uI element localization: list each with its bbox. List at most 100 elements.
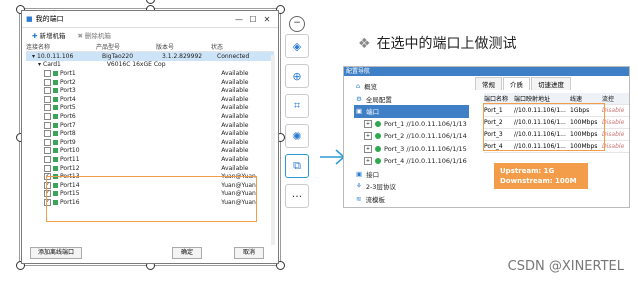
tree-node[interactable]: ⚘ 2-3层协议 bbox=[354, 180, 469, 193]
row-name-cell: Port12 bbox=[26, 164, 111, 172]
table-row[interactable]: Port3 Available bbox=[26, 86, 274, 95]
tree-node[interactable]: + Port_2 //10.0.11.106/1/14 bbox=[354, 130, 469, 143]
tree-node[interactable]: + Port_1 //10.0.11.106/1/13 bbox=[354, 118, 469, 131]
scrollbar[interactable] bbox=[271, 55, 275, 245]
row-name-cell: Port10 bbox=[26, 147, 111, 155]
table-row[interactable]: Port7 Available bbox=[26, 121, 274, 130]
tree-node[interactable]: ▣ 接口 bbox=[354, 168, 469, 181]
dialog-titlebar: ■ 我的端口 — ☐ ✕ bbox=[22, 11, 278, 28]
cancel-button[interactable]: 取消 bbox=[234, 247, 264, 259]
expand-icon[interactable]: + bbox=[364, 132, 372, 141]
expand-icon[interactable]: + bbox=[364, 157, 372, 166]
row-model: BigTao220 bbox=[102, 52, 134, 60]
row-name-cell: Port2 bbox=[26, 78, 111, 86]
row-name-cell: Port3 bbox=[26, 87, 111, 95]
close-icon[interactable]: ✕ bbox=[260, 15, 274, 24]
port-checkbox[interactable] bbox=[44, 121, 51, 129]
ok-button[interactable]: 确定 bbox=[172, 247, 202, 259]
box-icon: ▣ bbox=[356, 107, 363, 116]
port-checkbox[interactable] bbox=[44, 69, 51, 77]
port-checkbox[interactable] bbox=[44, 104, 51, 112]
col-header[interactable]: 连接名称 bbox=[26, 42, 96, 51]
port-checkbox[interactable] bbox=[44, 155, 51, 163]
note-downstream: Downstream: 100M bbox=[500, 177, 577, 185]
port-icon bbox=[53, 113, 58, 119]
table-row[interactable]: Port2 Available bbox=[26, 78, 274, 87]
port-checkbox[interactable] bbox=[44, 147, 51, 155]
layers-icon[interactable]: ◈ bbox=[285, 34, 309, 58]
port-checkbox[interactable] bbox=[44, 138, 51, 146]
tree-node[interactable]: ⚙ 全局配置 bbox=[354, 93, 469, 106]
crop-icon[interactable]: ⌗ bbox=[285, 94, 309, 118]
table-row[interactable]: Port9 Available bbox=[26, 138, 274, 147]
delete-chassis-button[interactable]: ✖ 删除机箱 bbox=[77, 30, 110, 40]
table-row[interactable]: Port6 Available bbox=[26, 112, 274, 121]
row-name: Port2 bbox=[60, 78, 76, 86]
col-header[interactable]: 线速 bbox=[570, 94, 602, 103]
copy-icon[interactable]: ⧉ bbox=[285, 154, 309, 178]
col-header[interactable]: 端口名称 bbox=[484, 94, 514, 103]
port-checkbox[interactable] bbox=[44, 87, 51, 95]
row-status: Available bbox=[221, 95, 249, 103]
table-row[interactable]: Port11 Available bbox=[26, 155, 274, 164]
expand-icon[interactable]: + bbox=[364, 144, 372, 153]
col-header[interactable]: 产品型号 bbox=[96, 42, 156, 51]
port-checkbox[interactable] bbox=[44, 78, 51, 86]
zoom-in-icon[interactable]: ⊕ bbox=[285, 64, 309, 88]
row-name-cell: Port1 bbox=[26, 69, 111, 77]
port-icon bbox=[53, 139, 58, 145]
tab-bar: 常规 介质 切速进度 bbox=[475, 77, 572, 90]
col-header[interactable]: 端口映射地址 bbox=[514, 94, 570, 103]
port-checkbox[interactable] bbox=[44, 112, 51, 120]
port-checkbox[interactable] bbox=[44, 95, 51, 103]
tree-node[interactable]: ▣ 端口 bbox=[354, 105, 469, 118]
tab-media[interactable]: 介质 bbox=[503, 77, 530, 90]
row-name: 10.0.11.106 bbox=[37, 52, 74, 60]
tree-node[interactable]: ≋ 流模板 bbox=[354, 193, 469, 206]
port-checkbox[interactable] bbox=[44, 130, 51, 138]
expand-icon[interactable]: + bbox=[364, 119, 372, 128]
table-row[interactable]: Port5 Available bbox=[26, 104, 274, 113]
port-icon bbox=[53, 105, 58, 111]
more-button[interactable]: ··· bbox=[285, 184, 309, 208]
tree-node[interactable]: + Port_3 //10.0.11.106/1/15 bbox=[354, 143, 469, 156]
col-header[interactable]: 状态 bbox=[211, 42, 266, 51]
tab-general[interactable]: 常规 bbox=[475, 77, 502, 90]
minus-button[interactable]: − bbox=[289, 16, 305, 32]
row-name: Port10 bbox=[60, 147, 80, 155]
table-row[interactable]: Port10 Available bbox=[26, 147, 274, 156]
minimize-icon[interactable]: — bbox=[232, 15, 246, 24]
table-row[interactable]: Port8 Available bbox=[26, 129, 274, 138]
tree-node[interactable]: ⌂ 概览 bbox=[354, 80, 469, 93]
row-status: Available bbox=[221, 155, 249, 163]
note-upstream: Upstream: 1G bbox=[500, 167, 555, 175]
table-row[interactable]: Port1 Available bbox=[26, 69, 274, 78]
col-header[interactable]: 流控 bbox=[602, 94, 629, 103]
tree-node[interactable]: + Port_4 //10.0.11.106/1/16 bbox=[354, 155, 469, 168]
tab-speed[interactable]: 切速进度 bbox=[531, 77, 571, 90]
row-model: V6016C 16xGE Cop... bbox=[106, 61, 166, 69]
table-row[interactable]: Port12 Available bbox=[26, 164, 274, 173]
table-row[interactable]: ▾ 10.0.11.106 BigTao220 3.1.2.829992 Connect… bbox=[26, 52, 274, 61]
expand-icon[interactable]: ▾ bbox=[38, 61, 41, 68]
table-row[interactable]: ▾ Card1 V6016C 16xGE Cop... bbox=[26, 61, 274, 70]
dialog-toolbar: ✚ 新增机箱 ✖ 删除机箱 bbox=[22, 28, 278, 41]
idea-bulb-icon[interactable]: ✺ bbox=[285, 124, 309, 148]
expand-icon[interactable]: ▾ bbox=[32, 53, 35, 60]
row-name: Port7 bbox=[60, 121, 76, 129]
bullet-text: 在选中的端口上做测试 bbox=[376, 36, 517, 52]
maximize-icon[interactable]: ☐ bbox=[246, 15, 260, 24]
row-name: Port11 bbox=[60, 155, 80, 163]
row-status: Available bbox=[221, 104, 249, 112]
row-name-cell: Port6 bbox=[26, 112, 111, 120]
row-name-cell: Port7 bbox=[26, 121, 111, 129]
port-checkbox[interactable] bbox=[44, 164, 51, 172]
add-offline-port-button[interactable]: 添加离线端口 bbox=[30, 247, 82, 259]
new-chassis-button[interactable]: ✚ 新增机箱 bbox=[32, 30, 65, 40]
row-name-cell: ▾ 10.0.11.106 bbox=[26, 53, 102, 60]
row-name-cell: Port8 bbox=[26, 130, 111, 138]
table-row[interactable]: Port4 Available bbox=[26, 95, 274, 104]
watermark: CSDN @XINERTEL bbox=[507, 259, 624, 274]
rotate-handle[interactable] bbox=[146, 0, 155, 4]
col-header[interactable]: 版本号 bbox=[156, 42, 211, 51]
